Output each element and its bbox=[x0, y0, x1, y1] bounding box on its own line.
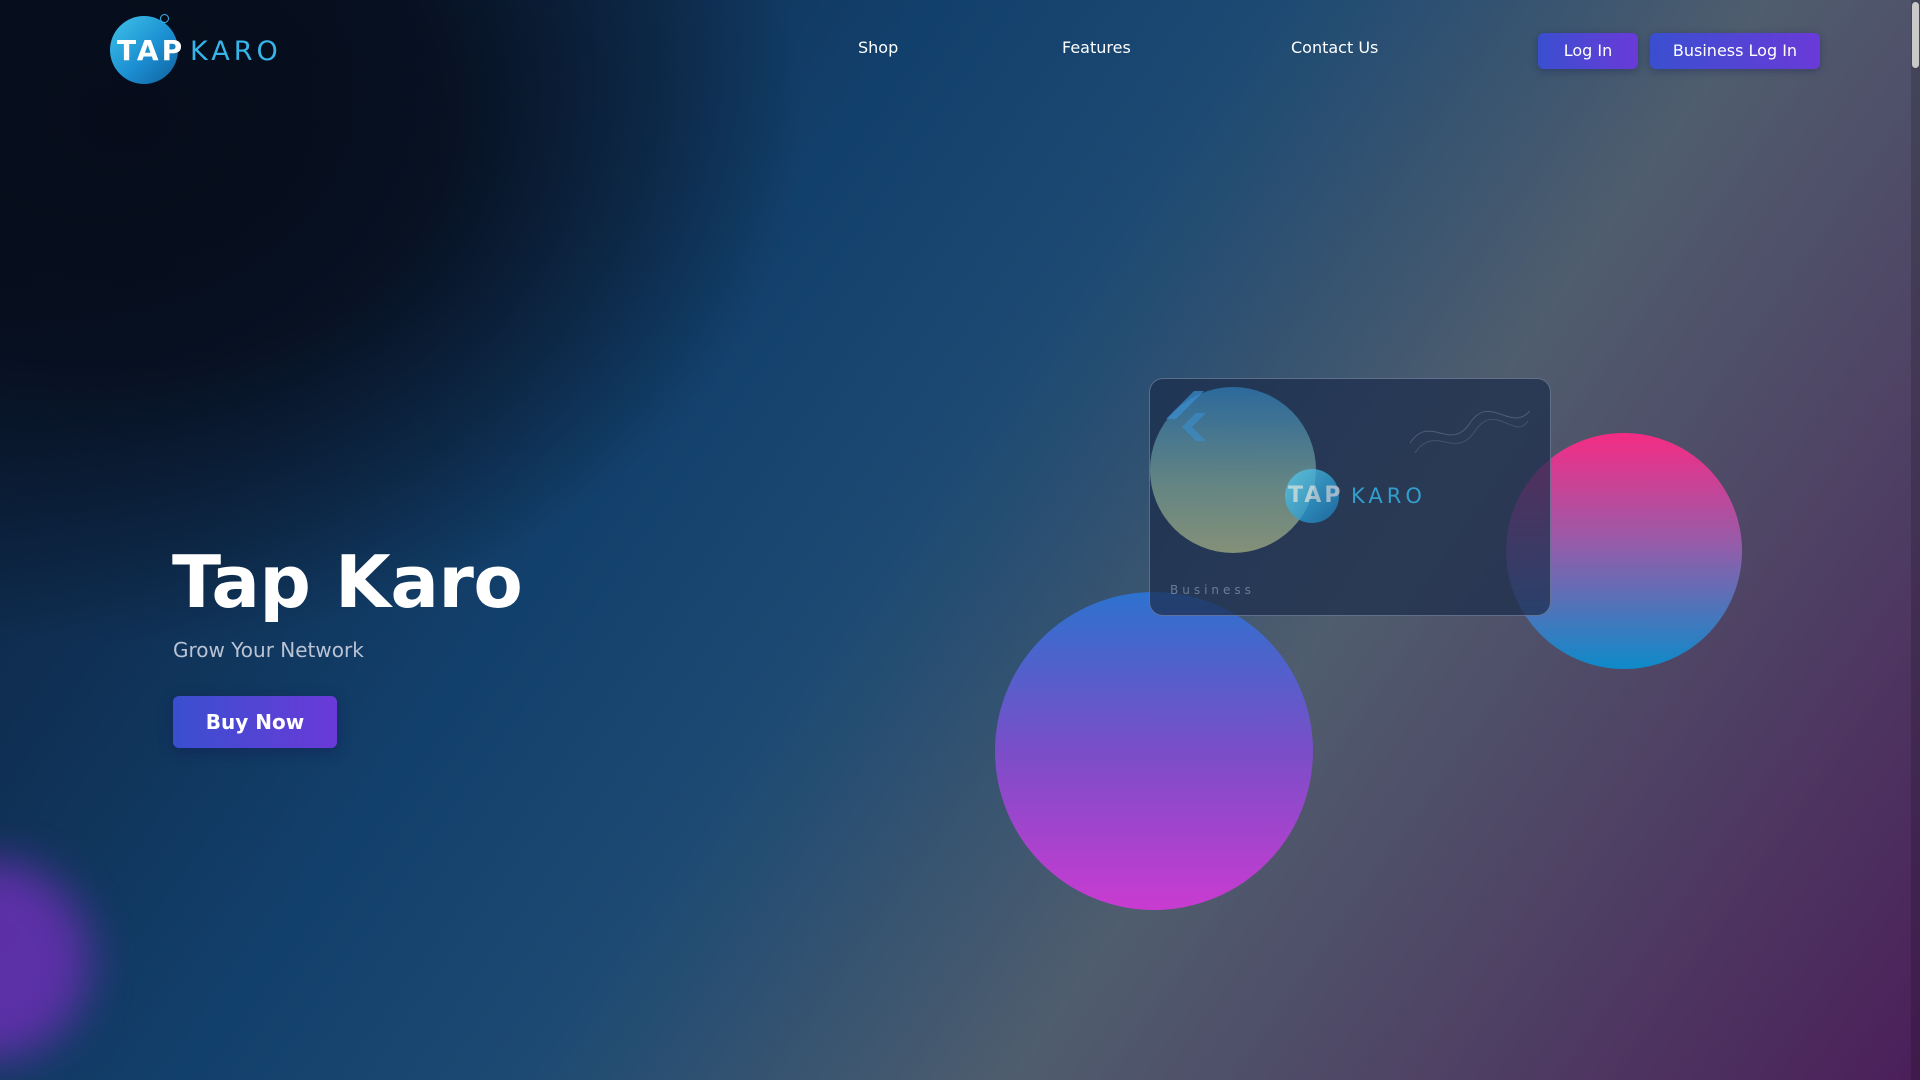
hero-subtitle: Grow Your Network bbox=[173, 638, 364, 662]
scrollbar-thumb[interactable] bbox=[1912, 2, 1919, 68]
logo-karo-text: KARO bbox=[190, 35, 282, 67]
business-login-button[interactable]: Business Log In bbox=[1650, 33, 1820, 69]
business-card-image: TAP KARO Business bbox=[1149, 378, 1551, 616]
decorative-circle-purple bbox=[995, 592, 1313, 910]
card-logo-badge: TAP bbox=[1285, 469, 1340, 523]
nav-shop-link[interactable]: Shop bbox=[858, 38, 898, 57]
logo-badge: TAP bbox=[110, 16, 182, 84]
registered-mark-icon bbox=[160, 14, 169, 23]
nav-features-link[interactable]: Features bbox=[1062, 38, 1131, 57]
card-logo-tap-text: TAP bbox=[1288, 483, 1344, 508]
decorative-orb bbox=[0, 860, 90, 1060]
nav-contact-link[interactable]: Contact Us bbox=[1291, 38, 1378, 57]
site-header: TAP KARO Shop Features Contact Us Log In… bbox=[0, 0, 1920, 100]
buy-now-button[interactable]: Buy Now bbox=[173, 696, 337, 748]
page-scrollbar[interactable] bbox=[1911, 0, 1920, 1080]
brand-logo[interactable]: TAP KARO bbox=[110, 16, 282, 84]
card-pattern-icon bbox=[1410, 410, 1530, 454]
landing-page: TAP KARO Shop Features Contact Us Log In… bbox=[0, 0, 1920, 1080]
hero-title: Tap Karo bbox=[172, 540, 523, 624]
card-logo: TAP KARO bbox=[1285, 469, 1426, 523]
logo-tap-text: TAP bbox=[117, 34, 186, 67]
chevron-logo-icon bbox=[1166, 391, 1206, 441]
card-business-label: Business bbox=[1170, 583, 1255, 597]
login-button[interactable]: Log In bbox=[1538, 33, 1638, 69]
card-logo-karo-text: KARO bbox=[1351, 484, 1426, 508]
